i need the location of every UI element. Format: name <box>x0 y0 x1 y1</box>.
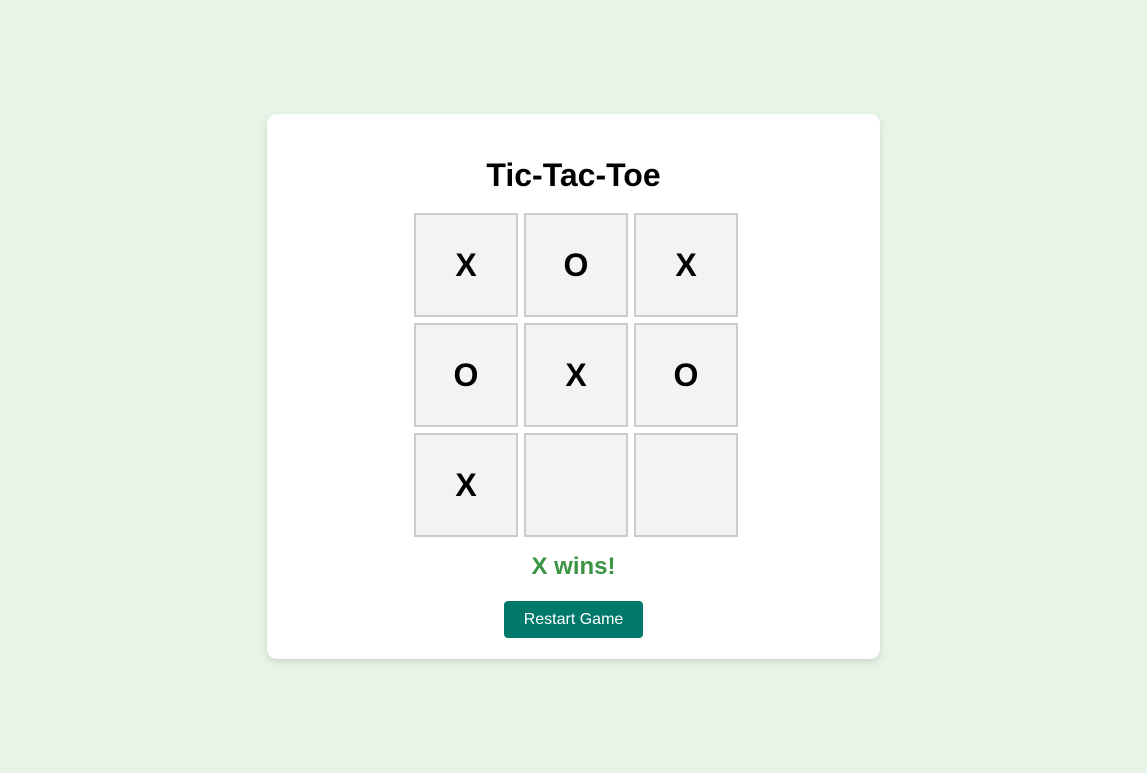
board-cell-2[interactable]: O <box>524 213 628 317</box>
game-title: Tic-Tac-Toe <box>486 157 661 193</box>
board-cell-9[interactable] <box>634 433 738 537</box>
board-cell-4[interactable]: O <box>414 323 518 427</box>
board-cell-1[interactable]: X <box>414 213 518 317</box>
board-cell-5[interactable]: X <box>524 323 628 427</box>
board-cell-7[interactable]: X <box>414 433 518 537</box>
board-cell-8[interactable] <box>524 433 628 537</box>
restart-button[interactable]: Restart Game <box>504 601 643 638</box>
board-cell-6[interactable]: O <box>634 323 738 427</box>
game-card: Tic-Tac-Toe X O X O X O X X wins! Restar… <box>267 114 880 659</box>
game-board: X O X O X O X <box>414 213 738 537</box>
board-cell-3[interactable]: X <box>634 213 738 317</box>
game-status: X wins! <box>531 553 616 580</box>
